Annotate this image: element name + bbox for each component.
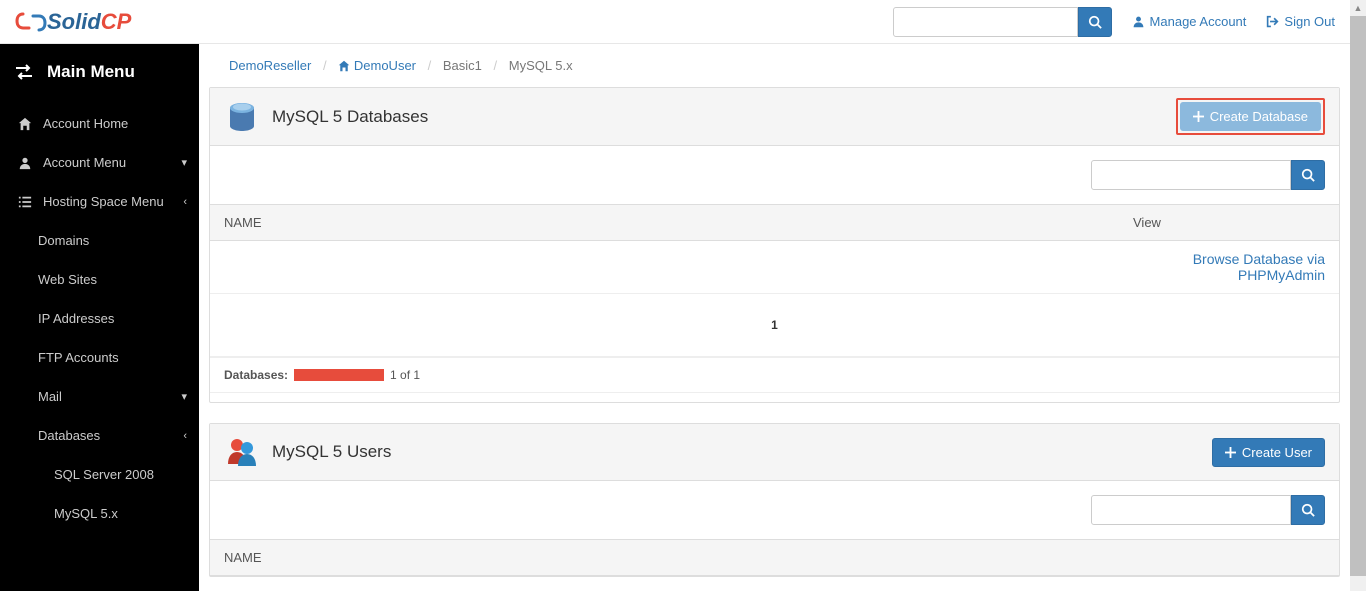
user-icon (18, 156, 32, 170)
breadcrumb: DemoReseller / DemoUser / Basic1 / MySQL… (199, 44, 1350, 87)
col-name: NAME (210, 205, 1119, 241)
user-filter-input[interactable] (1091, 495, 1291, 525)
col-view: View (1119, 205, 1339, 241)
sidebar-item-databases[interactable]: Databases ‹ (0, 416, 199, 455)
home-icon (338, 60, 350, 72)
users-icon (224, 434, 260, 470)
create-user-label: Create User (1242, 445, 1312, 460)
filter-row (210, 146, 1339, 204)
sidebar-item-ftp-accounts[interactable]: FTP Accounts (0, 338, 199, 377)
sidebar-item-label: FTP Accounts (38, 350, 119, 365)
users-panel: MySQL 5 Users Create User (209, 423, 1340, 577)
sidebar-item-sql-server[interactable]: SQL Server 2008 (0, 455, 199, 494)
sidebar-item-label: Domains (38, 233, 89, 248)
create-database-highlight: Create Database (1176, 98, 1325, 135)
manage-account-label: Manage Account (1150, 14, 1247, 29)
usage-text: 1 of 1 (390, 368, 420, 382)
usage-bar (294, 369, 384, 381)
sidebar-item-label: SQL Server 2008 (54, 467, 154, 482)
sidebar-header: Main Menu (0, 44, 199, 104)
sidebar-item-hosting-space-menu[interactable]: Hosting Space Menu ‹ (0, 182, 199, 221)
search-input[interactable] (893, 7, 1078, 37)
menu-toggle-icon[interactable] (15, 64, 33, 80)
sidebar-item-account-menu[interactable]: Account Menu ▾ (0, 143, 199, 182)
pager: 1 (210, 294, 1339, 357)
scroll-up-button[interactable]: ▲ (1350, 0, 1366, 16)
scroll-thumb[interactable] (1350, 16, 1366, 576)
databases-panel: MySQL 5 Databases Create Database (209, 87, 1340, 403)
chevron-left-icon: ‹ (183, 430, 187, 442)
page-number[interactable]: 1 (763, 314, 786, 336)
sidebar-item-label: Hosting Space Menu (43, 194, 164, 209)
create-user-button[interactable]: Create User (1212, 438, 1325, 467)
sidebar-item-label: IP Addresses (38, 311, 114, 326)
sidebar-item-label: Databases (38, 428, 100, 443)
sign-out-link[interactable]: Sign Out (1266, 14, 1335, 29)
topbar: SolidCP Manage Account Sign Out (0, 0, 1350, 44)
sidebar-item-label: Mail (38, 389, 62, 404)
search-icon (1088, 15, 1102, 29)
sidebar-item-web-sites[interactable]: Web Sites (0, 260, 199, 299)
usage-row: Databases: 1 of 1 (210, 357, 1339, 392)
db-filter-input[interactable] (1091, 160, 1291, 190)
chevron-left-icon: ‹ (183, 196, 187, 208)
list-icon (18, 195, 32, 209)
sidebar-item-label: Account Menu (43, 155, 126, 170)
databases-table: NAME View Browse Database via PHPMyAdmin (210, 204, 1339, 294)
sidebar-item-label: Web Sites (38, 272, 97, 287)
browse-phpmyadmin-link[interactable]: Browse Database via PHPMyAdmin (1193, 251, 1325, 283)
create-database-label: Create Database (1210, 109, 1308, 124)
search-icon (1301, 503, 1315, 517)
database-icon (224, 99, 260, 135)
top-search (893, 7, 1112, 37)
sidebar-item-ip-addresses[interactable]: IP Addresses (0, 299, 199, 338)
create-database-button[interactable]: Create Database (1180, 102, 1321, 131)
sidebar-item-mysql[interactable]: MySQL 5.x (0, 494, 199, 533)
user-icon (1132, 15, 1145, 28)
usage-label: Databases: (224, 368, 288, 382)
panel-heading: MySQL 5 Users Create User (210, 424, 1339, 481)
manage-account-link[interactable]: Manage Account (1132, 14, 1247, 29)
col-name: NAME (210, 540, 1339, 576)
sidebar-item-mail[interactable]: Mail ▾ (0, 377, 199, 416)
sign-out-icon (1266, 15, 1279, 28)
sidebar-item-domains[interactable]: Domains (0, 221, 199, 260)
plus-icon (1225, 447, 1236, 458)
breadcrumb-sep: / (494, 58, 498, 73)
sidebar-item-account-home[interactable]: Account Home (0, 104, 199, 143)
sidebar-item-label: Account Home (43, 116, 128, 131)
content: DemoReseller / DemoUser / Basic1 / MySQL… (199, 44, 1350, 591)
scrollbar[interactable]: ▲ (1350, 0, 1366, 591)
panel-title: MySQL 5 Users (272, 442, 391, 462)
search-button[interactable] (1078, 7, 1112, 37)
breadcrumb-user[interactable]: DemoUser (354, 58, 416, 73)
panel-title: MySQL 5 Databases (272, 107, 428, 127)
chevron-down-icon: ▾ (181, 390, 187, 403)
breadcrumb-plan: Basic1 (443, 58, 482, 73)
filter-row (210, 481, 1339, 539)
sign-out-label: Sign Out (1284, 14, 1335, 29)
search-icon (1301, 168, 1315, 182)
breadcrumb-reseller[interactable]: DemoReseller (229, 58, 311, 73)
plus-icon (1193, 111, 1204, 122)
chevron-down-icon: ▾ (181, 156, 187, 169)
home-icon (18, 117, 32, 131)
users-table: NAME (210, 539, 1339, 576)
user-filter-button[interactable] (1291, 495, 1325, 525)
sidebar-item-label: MySQL 5.x (54, 506, 118, 521)
logo[interactable]: SolidCP (15, 8, 131, 36)
panel-heading: MySQL 5 Databases Create Database (210, 88, 1339, 146)
sidebar: Main Menu Account Home Account Menu ▾ Ho… (0, 44, 199, 591)
breadcrumb-current: MySQL 5.x (509, 58, 573, 73)
breadcrumb-sep: / (428, 58, 432, 73)
db-filter-button[interactable] (1291, 160, 1325, 190)
main-menu-label: Main Menu (47, 62, 135, 82)
table-row: Browse Database via PHPMyAdmin (210, 241, 1339, 294)
breadcrumb-sep: / (323, 58, 327, 73)
